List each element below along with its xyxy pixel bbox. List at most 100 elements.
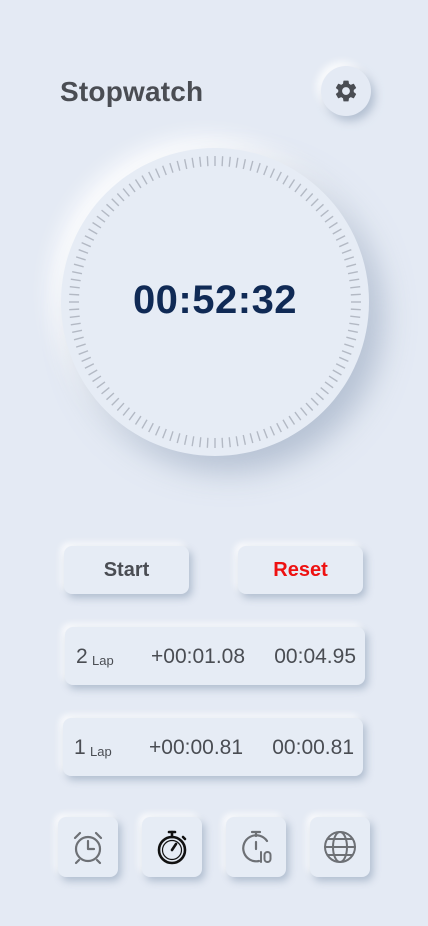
dial-tick bbox=[282, 175, 289, 185]
dial-tick bbox=[305, 402, 314, 411]
dial-tick bbox=[324, 215, 334, 223]
dial-tick bbox=[328, 221, 338, 229]
dial-tick bbox=[141, 175, 148, 185]
dial-tick bbox=[347, 270, 358, 275]
nav-alarm-button[interactable] bbox=[58, 817, 118, 877]
dial-tick bbox=[235, 436, 239, 447]
dial-tick bbox=[72, 329, 83, 334]
dial-tick bbox=[300, 407, 308, 416]
lap-label: Lap bbox=[90, 744, 112, 759]
dial-tick bbox=[324, 381, 334, 389]
dial-tick bbox=[335, 235, 346, 241]
dial-tick bbox=[335, 363, 346, 369]
dial-tick bbox=[176, 160, 181, 171]
dial-tick bbox=[263, 428, 268, 439]
dial-tick bbox=[73, 263, 84, 268]
dial-tick bbox=[134, 179, 142, 189]
timer-10-icon bbox=[242, 830, 272, 863]
dial-tick bbox=[206, 437, 209, 448]
dial-tick bbox=[183, 434, 188, 445]
dial-tick bbox=[315, 392, 324, 401]
start-button[interactable]: Start bbox=[64, 546, 189, 594]
elapsed-time: 00:52:32 bbox=[132, 278, 298, 322]
dial-tick bbox=[249, 160, 254, 171]
dial-tick bbox=[294, 183, 302, 193]
dial-tick bbox=[338, 241, 349, 248]
dial-tick bbox=[320, 387, 329, 395]
dial-tick bbox=[128, 183, 136, 193]
dial-tick bbox=[341, 350, 352, 355]
nav-stopwatch-button[interactable] bbox=[142, 817, 202, 877]
dial-tick bbox=[310, 397, 319, 406]
dial-tick bbox=[78, 350, 89, 355]
dial-tick bbox=[242, 159, 247, 170]
dial-tick bbox=[75, 256, 86, 261]
dial-tick bbox=[328, 375, 338, 383]
dial-tick bbox=[176, 433, 181, 444]
dial-tick bbox=[122, 407, 130, 416]
dial-tick bbox=[106, 203, 115, 212]
dial-tick bbox=[344, 256, 355, 261]
lap-number: 2 bbox=[76, 645, 88, 668]
dial-tick bbox=[148, 422, 154, 433]
dial-tick bbox=[249, 433, 254, 444]
page-title: Stopwatch bbox=[60, 76, 204, 107]
dial-tick bbox=[269, 168, 276, 179]
dial-tick bbox=[256, 431, 261, 442]
dial-tick bbox=[276, 422, 282, 433]
globe-icon bbox=[324, 831, 356, 863]
dial-tick bbox=[228, 156, 231, 167]
dial-tick bbox=[141, 419, 148, 429]
dial-tick bbox=[310, 198, 319, 207]
dial-tick bbox=[256, 162, 261, 173]
dial-tick bbox=[148, 171, 154, 182]
dial-tick bbox=[162, 428, 167, 439]
dial-tick bbox=[349, 322, 360, 326]
lap-split-time: +00:01.08 bbox=[151, 645, 246, 668]
dial-tick bbox=[122, 188, 130, 197]
nav-world-clock-button[interactable] bbox=[310, 817, 370, 877]
lap-total-time: 00:00.81 bbox=[272, 736, 354, 759]
dial-tick bbox=[294, 411, 302, 421]
dial-tick bbox=[128, 411, 136, 421]
dial-tick bbox=[162, 165, 167, 176]
lap-row: 1 Lap +00:00.81 00:00.81 bbox=[63, 718, 363, 776]
reset-button[interactable]: Reset bbox=[238, 546, 363, 594]
dial-tick bbox=[347, 329, 358, 334]
dial-tick bbox=[332, 369, 342, 376]
dial-tick bbox=[75, 343, 86, 348]
nav-timer-button[interactable] bbox=[226, 817, 286, 877]
dial-tick bbox=[320, 209, 329, 217]
dial-tick bbox=[81, 241, 92, 248]
dial-tick bbox=[88, 369, 98, 376]
dial-tick bbox=[288, 415, 296, 425]
dial-tick bbox=[101, 209, 110, 217]
lap-row: 2 Lap +00:01.08 00:04.95 bbox=[65, 627, 365, 685]
dial-tick bbox=[221, 156, 224, 167]
dial-tick bbox=[70, 322, 81, 326]
dial-tick bbox=[332, 228, 342, 235]
dial-tick bbox=[300, 188, 308, 197]
dial-tick bbox=[341, 249, 352, 254]
lap-total-time: 00:04.95 bbox=[274, 645, 356, 668]
dial-tick bbox=[228, 437, 231, 448]
dial-tick bbox=[92, 221, 102, 229]
dial-tick bbox=[84, 235, 95, 241]
dial-tick bbox=[84, 363, 95, 369]
dial-tick bbox=[72, 270, 83, 275]
dial-tick bbox=[154, 425, 161, 436]
dial-tick bbox=[206, 156, 209, 167]
dial-tick bbox=[346, 336, 357, 341]
dial-tick bbox=[88, 228, 98, 235]
settings-button[interactable] bbox=[321, 66, 371, 116]
dial-tick bbox=[183, 159, 188, 170]
dial-tick bbox=[92, 375, 102, 383]
dial-tick bbox=[263, 165, 268, 176]
dial-tick bbox=[346, 263, 357, 268]
dial-tick bbox=[191, 436, 195, 447]
lap-label: Lap bbox=[92, 653, 114, 668]
dial-tick bbox=[282, 419, 289, 429]
dial-tick bbox=[344, 343, 355, 348]
dial-tick bbox=[116, 402, 125, 411]
dial-tick bbox=[116, 193, 125, 202]
